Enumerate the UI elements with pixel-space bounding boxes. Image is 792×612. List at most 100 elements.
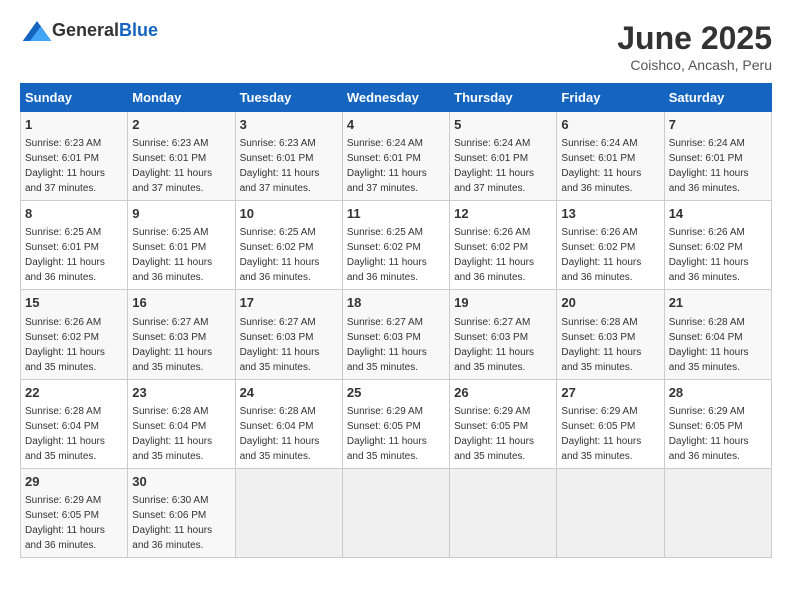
day-number: 21 xyxy=(669,294,767,312)
calendar-cell: 8 Sunrise: 6:25 AM Sunset: 6:01 PM Daylig… xyxy=(21,201,128,290)
calendar-cell xyxy=(342,468,449,557)
day-info: Sunrise: 6:25 AM Sunset: 6:01 PM Dayligh… xyxy=(25,225,123,285)
header-saturday: Saturday xyxy=(664,84,771,112)
day-number: 3 xyxy=(240,116,338,134)
calendar-cell: 4 Sunrise: 6:24 AM Sunset: 6:01 PM Daylig… xyxy=(342,112,449,201)
day-number: 22 xyxy=(25,384,123,402)
day-number: 28 xyxy=(669,384,767,402)
day-info: Sunrise: 6:28 AM Sunset: 6:04 PM Dayligh… xyxy=(240,404,338,464)
header-sunday: Sunday xyxy=(21,84,128,112)
day-number: 17 xyxy=(240,294,338,312)
day-info: Sunrise: 6:26 AM Sunset: 6:02 PM Dayligh… xyxy=(25,315,123,375)
calendar-cell xyxy=(450,468,557,557)
day-info: Sunrise: 6:30 AM Sunset: 6:06 PM Dayligh… xyxy=(132,493,230,553)
day-number: 16 xyxy=(132,294,230,312)
day-info: Sunrise: 6:23 AM Sunset: 6:01 PM Dayligh… xyxy=(132,136,230,196)
day-number: 29 xyxy=(25,473,123,491)
calendar-cell: 21 Sunrise: 6:28 AM Sunset: 6:04 PM Dayli… xyxy=(664,290,771,379)
calendar-cell: 6 Sunrise: 6:24 AM Sunset: 6:01 PM Daylig… xyxy=(557,112,664,201)
day-info: Sunrise: 6:29 AM Sunset: 6:05 PM Dayligh… xyxy=(347,404,445,464)
day-number: 8 xyxy=(25,205,123,223)
day-info: Sunrise: 6:27 AM Sunset: 6:03 PM Dayligh… xyxy=(454,315,552,375)
calendar-cell: 14 Sunrise: 6:26 AM Sunset: 6:02 PM Dayli… xyxy=(664,201,771,290)
header-tuesday: Tuesday xyxy=(235,84,342,112)
calendar-cell: 23 Sunrise: 6:28 AM Sunset: 6:04 PM Dayli… xyxy=(128,379,235,468)
calendar-cell: 16 Sunrise: 6:27 AM Sunset: 6:03 PM Dayli… xyxy=(128,290,235,379)
calendar-cell: 19 Sunrise: 6:27 AM Sunset: 6:03 PM Dayli… xyxy=(450,290,557,379)
day-number: 23 xyxy=(132,384,230,402)
calendar-cell: 12Sunrise: 6:26 AM Sunset: 6:02 PM Dayli… xyxy=(450,201,557,290)
day-number: 26 xyxy=(454,384,552,402)
day-number: 9 xyxy=(132,205,230,223)
calendar-cell: 27 Sunrise: 6:29 AM Sunset: 6:05 PM Dayli… xyxy=(557,379,664,468)
calendar-cell: 1 Sunrise: 6:23 AM Sunset: 6:01 PM Daylig… xyxy=(21,112,128,201)
calendar-title: June 2025 xyxy=(617,20,772,57)
title-section: June 2025 Coishco, Ancash, Peru xyxy=(617,20,772,73)
day-number: 5 xyxy=(454,116,552,134)
calendar-cell: 13 Sunrise: 6:26 AM Sunset: 6:02 PM Dayli… xyxy=(557,201,664,290)
calendar-cell: 15Sunrise: 6:26 AM Sunset: 6:02 PM Dayli… xyxy=(21,290,128,379)
calendar-cell xyxy=(557,468,664,557)
day-info: Sunrise: 6:28 AM Sunset: 6:04 PM Dayligh… xyxy=(132,404,230,464)
day-number: 24 xyxy=(240,384,338,402)
calendar-cell: 22 Sunrise: 6:28 AM Sunset: 6:04 PM Dayli… xyxy=(21,379,128,468)
day-number: 1 xyxy=(25,116,123,134)
day-number: 13 xyxy=(561,205,659,223)
day-number: 20 xyxy=(561,294,659,312)
calendar-cell: 17 Sunrise: 6:27 AM Sunset: 6:03 PM Dayli… xyxy=(235,290,342,379)
calendar-cell: 30 Sunrise: 6:30 AM Sunset: 6:06 PM Dayli… xyxy=(128,468,235,557)
calendar-cell xyxy=(235,468,342,557)
header-friday: Friday xyxy=(557,84,664,112)
day-info: Sunrise: 6:23 AM Sunset: 6:01 PM Dayligh… xyxy=(240,136,338,196)
header-row: Sunday Monday Tuesday Wednesday Thursday… xyxy=(21,84,772,112)
day-info: Sunrise: 6:23 AM Sunset: 6:01 PM Dayligh… xyxy=(25,136,123,196)
day-number: 30 xyxy=(132,473,230,491)
day-info: Sunrise: 6:29 AM Sunset: 6:05 PM Dayligh… xyxy=(561,404,659,464)
header-thursday: Thursday xyxy=(450,84,557,112)
calendar-cell: 24 Sunrise: 6:28 AM Sunset: 6:04 PM Dayli… xyxy=(235,379,342,468)
day-info: Sunrise: 6:24 AM Sunset: 6:01 PM Dayligh… xyxy=(347,136,445,196)
header-monday: Monday xyxy=(128,84,235,112)
logo: GeneralBlue xyxy=(20,20,158,41)
calendar-cell: 18Sunrise: 6:27 AM Sunset: 6:03 PM Dayli… xyxy=(342,290,449,379)
calendar-cell: 7 Sunrise: 6:24 AM Sunset: 6:01 PM Daylig… xyxy=(664,112,771,201)
day-number: 19 xyxy=(454,294,552,312)
day-number: 25 xyxy=(347,384,445,402)
day-info: Sunrise: 6:25 AM Sunset: 6:01 PM Dayligh… xyxy=(132,225,230,285)
day-info: Sunrise: 6:24 AM Sunset: 6:01 PM Dayligh… xyxy=(669,136,767,196)
day-info: Sunrise: 6:27 AM Sunset: 6:03 PM Dayligh… xyxy=(240,315,338,375)
day-info: Sunrise: 6:26 AM Sunset: 6:02 PM Dayligh… xyxy=(561,225,659,285)
day-info: Sunrise: 6:29 AM Sunset: 6:05 PM Dayligh… xyxy=(25,493,123,553)
day-number: 7 xyxy=(669,116,767,134)
day-info: Sunrise: 6:25 AM Sunset: 6:02 PM Dayligh… xyxy=(240,225,338,285)
logo-blue: Blue xyxy=(119,20,158,40)
day-number: 6 xyxy=(561,116,659,134)
day-number: 4 xyxy=(347,116,445,134)
calendar-cell: 29 Sunrise: 6:29 AM Sunset: 6:05 PM Dayli… xyxy=(21,468,128,557)
day-info: Sunrise: 6:27 AM Sunset: 6:03 PM Dayligh… xyxy=(132,315,230,375)
calendar-cell: 3 Sunrise: 6:23 AM Sunset: 6:01 PM Daylig… xyxy=(235,112,342,201)
day-number: 14 xyxy=(669,205,767,223)
day-info: Sunrise: 6:28 AM Sunset: 6:04 PM Dayligh… xyxy=(25,404,123,464)
day-info: Sunrise: 6:24 AM Sunset: 6:01 PM Dayligh… xyxy=(561,136,659,196)
day-info: Sunrise: 6:25 AM Sunset: 6:02 PM Dayligh… xyxy=(347,225,445,285)
calendar-cell: 2Sunrise: 6:23 AM Sunset: 6:01 PM Daylig… xyxy=(128,112,235,201)
calendar-cell xyxy=(664,468,771,557)
calendar-week-5: 29 Sunrise: 6:29 AM Sunset: 6:05 PM Dayli… xyxy=(21,468,772,557)
day-info: Sunrise: 6:28 AM Sunset: 6:04 PM Dayligh… xyxy=(669,315,767,375)
calendar-cell: 10Sunrise: 6:25 AM Sunset: 6:02 PM Dayli… xyxy=(235,201,342,290)
page-header: GeneralBlue June 2025 Coishco, Ancash, P… xyxy=(20,20,772,73)
calendar-week-2: 8 Sunrise: 6:25 AM Sunset: 6:01 PM Daylig… xyxy=(21,201,772,290)
calendar-cell: 25 Sunrise: 6:29 AM Sunset: 6:05 PM Dayli… xyxy=(342,379,449,468)
day-info: Sunrise: 6:29 AM Sunset: 6:05 PM Dayligh… xyxy=(454,404,552,464)
calendar-cell: 5Sunrise: 6:24 AM Sunset: 6:01 PM Daylig… xyxy=(450,112,557,201)
day-info: Sunrise: 6:29 AM Sunset: 6:05 PM Dayligh… xyxy=(669,404,767,464)
day-number: 27 xyxy=(561,384,659,402)
calendar-cell: 26 Sunrise: 6:29 AM Sunset: 6:05 PM Dayli… xyxy=(450,379,557,468)
day-info: Sunrise: 6:27 AM Sunset: 6:03 PM Dayligh… xyxy=(347,315,445,375)
calendar-table: Sunday Monday Tuesday Wednesday Thursday… xyxy=(20,83,772,558)
calendar-cell: 28 Sunrise: 6:29 AM Sunset: 6:05 PM Dayli… xyxy=(664,379,771,468)
day-info: Sunrise: 6:26 AM Sunset: 6:02 PM Dayligh… xyxy=(669,225,767,285)
day-number: 11 xyxy=(347,205,445,223)
header-wednesday: Wednesday xyxy=(342,84,449,112)
